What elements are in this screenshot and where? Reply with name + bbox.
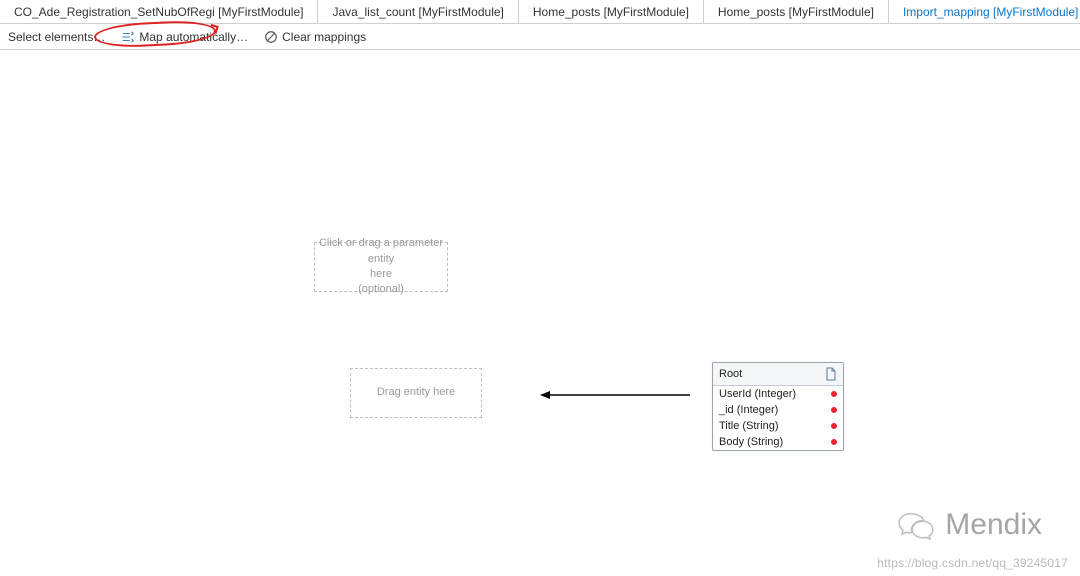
button-label: Clear mappings	[282, 30, 366, 44]
document-icon	[825, 367, 837, 381]
unmapped-indicator-icon	[831, 439, 837, 445]
dropzone-text: Drag entity here	[377, 385, 455, 400]
root-schema-header[interactable]: Root	[713, 363, 843, 386]
root-title: Root	[719, 368, 742, 380]
source-url-watermark: https://blog.csdn.net/qq_39245017	[877, 556, 1068, 570]
tab-java-list-count[interactable]: Java_list_count [MyFirstModule]	[318, 0, 518, 23]
field-label: UserId (Integer)	[719, 388, 796, 400]
tab-import-mapping[interactable]: Import_mapping [MyFirstModule] ×	[889, 0, 1080, 23]
field-label: _id (Integer)	[719, 404, 778, 416]
field-label: Body (String)	[719, 436, 783, 448]
brand-text: Mendix	[945, 508, 1042, 542]
tab-label: Import_mapping [MyFirstModule]	[903, 5, 1078, 19]
dropzone-text: Click or drag a parameter entity	[315, 236, 447, 267]
tab-home-posts-1[interactable]: Home_posts [MyFirstModule]	[519, 0, 704, 23]
unmapped-indicator-icon	[831, 407, 837, 413]
tab-home-posts-2[interactable]: Home_posts [MyFirstModule]	[704, 0, 889, 23]
entity-dropzone[interactable]: Drag entity here	[350, 368, 482, 418]
clear-mappings-button[interactable]: Clear mappings	[258, 26, 372, 48]
schema-field-row[interactable]: _id (Integer)	[713, 402, 843, 418]
dropzone-text: here	[370, 267, 392, 282]
clear-icon	[264, 30, 278, 44]
schema-field-row[interactable]: UserId (Integer)	[713, 386, 843, 402]
select-elements-button[interactable]: Select elements…	[2, 26, 111, 48]
schema-field-row[interactable]: Body (String)	[713, 434, 843, 450]
parameter-entity-dropzone[interactable]: Click or drag a parameter entity here (o…	[314, 242, 448, 292]
mapping-arrow-icon	[538, 388, 692, 402]
map-automatically-button[interactable]: Map automatically…	[115, 26, 254, 48]
tab-label: Home_posts [MyFirstModule]	[718, 5, 874, 19]
tab-label: Home_posts [MyFirstModule]	[533, 5, 689, 19]
tab-strip: CO_Ade_Registration_SetNubOfRegi [MyFirs…	[0, 0, 1080, 24]
tab-co-ade-registration[interactable]: CO_Ade_Registration_SetNubOfRegi [MyFirs…	[0, 0, 318, 23]
tab-label: Java_list_count [MyFirstModule]	[332, 5, 503, 19]
unmapped-indicator-icon	[831, 391, 837, 397]
dropzone-text: (optional)	[358, 282, 404, 297]
unmapped-indicator-icon	[831, 423, 837, 429]
map-auto-icon	[121, 30, 135, 44]
field-label: Title (String)	[719, 420, 779, 432]
toolbar: Select elements… Map automatically… Clea…	[0, 24, 1080, 50]
button-label: Map automatically…	[139, 30, 248, 44]
schema-field-row[interactable]: Title (String)	[713, 418, 843, 434]
mapping-canvas[interactable]: Click or drag a parameter entity here (o…	[0, 50, 1080, 576]
root-schema-box[interactable]: Root UserId (Integer) _id (Integer) Titl…	[712, 362, 844, 451]
mendix-watermark: Mendix	[897, 508, 1042, 542]
wechat-icon	[897, 510, 935, 540]
tab-label: CO_Ade_Registration_SetNubOfRegi [MyFirs…	[14, 5, 303, 19]
button-label: Select elements…	[8, 30, 105, 44]
